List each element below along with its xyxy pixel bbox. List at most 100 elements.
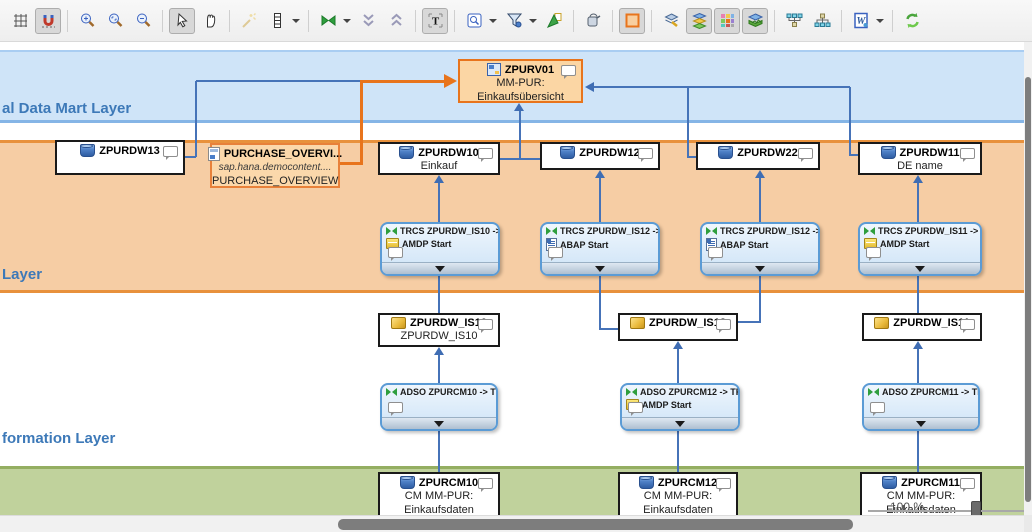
expand-strip[interactable] <box>382 417 496 429</box>
layers-image-icon[interactable] <box>742 8 768 34</box>
filter-icon[interactable] <box>501 8 527 34</box>
comment-icon[interactable] <box>628 402 643 413</box>
arrowhead-into-dw22[interactable] <box>755 170 765 178</box>
expand-strip[interactable] <box>382 262 498 274</box>
node-zpurdw11[interactable]: ZPURDW11 DE name <box>858 142 982 175</box>
arrowhead-into-dw10[interactable] <box>434 175 444 183</box>
node-zpurdw10[interactable]: ZPURDW10 Einkauf <box>378 142 500 175</box>
paint-bucket-icon[interactable] <box>580 8 606 34</box>
arrowhead-purchase-into-zpurv01[interactable] <box>444 74 457 88</box>
arrowhead-into-zpurv01-right[interactable] <box>585 82 594 92</box>
node-zpurdw-is10[interactable]: ZPURDW_IS10 ZPURDW_IS10 <box>378 313 500 347</box>
arrowhead-into-is12[interactable] <box>673 341 683 349</box>
zoom-fit-icon[interactable] <box>102 8 128 34</box>
grid-icon[interactable] <box>7 8 33 34</box>
node-zpurdw-is11[interactable]: ZPURDW_IS11 <box>862 313 982 341</box>
expand-strip[interactable] <box>702 262 818 274</box>
connector-trans1-to-dw10[interactable] <box>438 183 440 222</box>
transformation-node-cm10[interactable]: ADSO ZPURCM10 -> TRCS ZP... <box>380 383 498 431</box>
arrowhead-into-dw12[interactable] <box>595 170 605 178</box>
find-dropdown-caret[interactable] <box>489 19 497 23</box>
expand-strip[interactable] <box>622 417 738 429</box>
connector-dw13-riser[interactable] <box>195 81 197 157</box>
transformation-node-is12-b[interactable]: TRCS ZPURDW_IS12 -> ADSO... ABAP Start <box>700 222 820 276</box>
comment-icon[interactable] <box>798 148 813 159</box>
word-export-dropdown-caret[interactable] <box>876 19 884 23</box>
expand-all-icon[interactable] <box>383 8 409 34</box>
connector-is12-to-trans2-h[interactable] <box>599 328 618 330</box>
connector-trans2-to-dw12[interactable] <box>599 178 601 222</box>
comment-icon[interactable] <box>960 319 975 330</box>
node-zpurdw-is12[interactable]: ZPURDW_IS12 <box>618 313 738 341</box>
comment-icon[interactable] <box>866 247 881 258</box>
transformation-bowtie-icon[interactable] <box>315 8 341 34</box>
comment-icon[interactable] <box>388 402 403 413</box>
comment-icon[interactable] <box>478 478 493 489</box>
zoom-out-icon[interactable] <box>130 8 156 34</box>
connector-cm12-to-ltrans2[interactable] <box>677 431 679 472</box>
node-zpurv01[interactable]: ZPURV01 MM-PUR: Einkaufsübersicht <box>458 59 583 103</box>
magic-wand-icon[interactable] <box>236 8 262 34</box>
connector-cm11-to-ltrans3[interactable] <box>917 431 919 472</box>
connector-dw22-riser[interactable] <box>687 87 689 157</box>
comment-icon[interactable] <box>638 148 653 159</box>
connector-dw10-dw12-bus[interactable] <box>500 158 540 160</box>
comment-icon[interactable] <box>548 247 563 258</box>
transformation-node-is12-a[interactable]: TRCS ZPURDW_IS12 -> ADSO... ABAP Start <box>540 222 660 276</box>
dataflow-canvas[interactable]: al Data Mart Layer Layer formation Layer <box>0 42 1024 532</box>
filter-dropdown-caret[interactable] <box>529 19 537 23</box>
arrowhead-into-zpurv01-bottom[interactable] <box>514 103 524 111</box>
connector-is10-to-trans1[interactable] <box>438 276 440 313</box>
connector-bus-to-zpurv01[interactable] <box>519 111 521 159</box>
edit-layers-icon[interactable] <box>658 8 684 34</box>
connector-is12-to-trans3-h[interactable] <box>738 321 761 323</box>
filter-level-icon[interactable] <box>541 8 567 34</box>
expand-strip[interactable] <box>860 262 980 274</box>
transformation-node-is10[interactable]: TRCS ZPURDW_IS10 -> ADSO... AMDP Start <box>380 222 500 276</box>
arrowhead-into-is10[interactable] <box>434 347 444 355</box>
zoom-in-icon[interactable] <box>74 8 100 34</box>
connector-ltrans3-to-is11[interactable] <box>917 349 919 383</box>
highlight-color-icon[interactable] <box>619 8 645 34</box>
comment-icon[interactable] <box>388 247 403 258</box>
comment-icon[interactable] <box>708 247 723 258</box>
transformation-node-is11[interactable]: TRCS ZPURDW_IS11 -> ADSO... AMDP Start <box>858 222 982 276</box>
node-purchase-overview[interactable]: PURCHASE_OVERVI... sap.hana.democontent.… <box>210 143 340 188</box>
pan-hand-icon[interactable] <box>197 8 223 34</box>
comment-icon[interactable] <box>163 146 178 157</box>
connector-trans4-to-dw11[interactable] <box>917 183 919 222</box>
snap-magnet-icon[interactable] <box>35 8 61 34</box>
connector-right-bus-to-zpurv01[interactable] <box>594 86 850 88</box>
rows-layout-dropdown-caret[interactable] <box>292 19 300 23</box>
arrowhead-into-dw11[interactable] <box>913 175 923 183</box>
transformation-dropdown-caret[interactable] <box>343 19 351 23</box>
comment-icon[interactable] <box>716 319 731 330</box>
vertical-scrollbar-track[interactable] <box>1024 42 1032 515</box>
horizontal-scrollbar-thumb[interactable] <box>338 519 853 530</box>
connector-purchase-selected-h2[interactable] <box>360 80 446 83</box>
expand-strip[interactable] <box>542 262 658 274</box>
node-zpurdw12[interactable]: ZPURDW12 <box>540 142 660 170</box>
comment-icon[interactable] <box>716 478 731 489</box>
comment-icon[interactable] <box>960 478 975 489</box>
word-export-icon[interactable]: W <box>848 8 874 34</box>
horizontal-scrollbar-track[interactable] <box>0 515 1024 532</box>
arrowhead-into-is11[interactable] <box>913 341 923 349</box>
comment-icon[interactable] <box>870 402 885 413</box>
connector-purchase-selected-v[interactable] <box>360 81 363 165</box>
comment-icon[interactable] <box>478 319 493 330</box>
connector-is12-to-trans2-v[interactable] <box>599 276 601 329</box>
refresh-icon[interactable] <box>899 8 925 34</box>
connector-is12-to-trans3-v[interactable] <box>759 276 761 322</box>
layers-stack-icon[interactable] <box>686 8 712 34</box>
transformation-node-cm12[interactable]: ADSO ZPURCM12 -> TRCS ZP... AMDP Start <box>620 383 740 431</box>
expand-strip[interactable] <box>864 417 978 429</box>
comment-icon[interactable] <box>960 148 975 159</box>
zoom-slider-track[interactable] <box>868 510 1024 512</box>
connector-dw11-riser[interactable] <box>849 87 851 155</box>
connector-trans3-to-dw22[interactable] <box>759 178 761 222</box>
rows-layout-icon[interactable] <box>264 8 290 34</box>
find-icon[interactable] <box>461 8 487 34</box>
vertical-scrollbar-thumb[interactable] <box>1025 77 1031 502</box>
connector-ltrans1-to-is10[interactable] <box>438 355 440 383</box>
